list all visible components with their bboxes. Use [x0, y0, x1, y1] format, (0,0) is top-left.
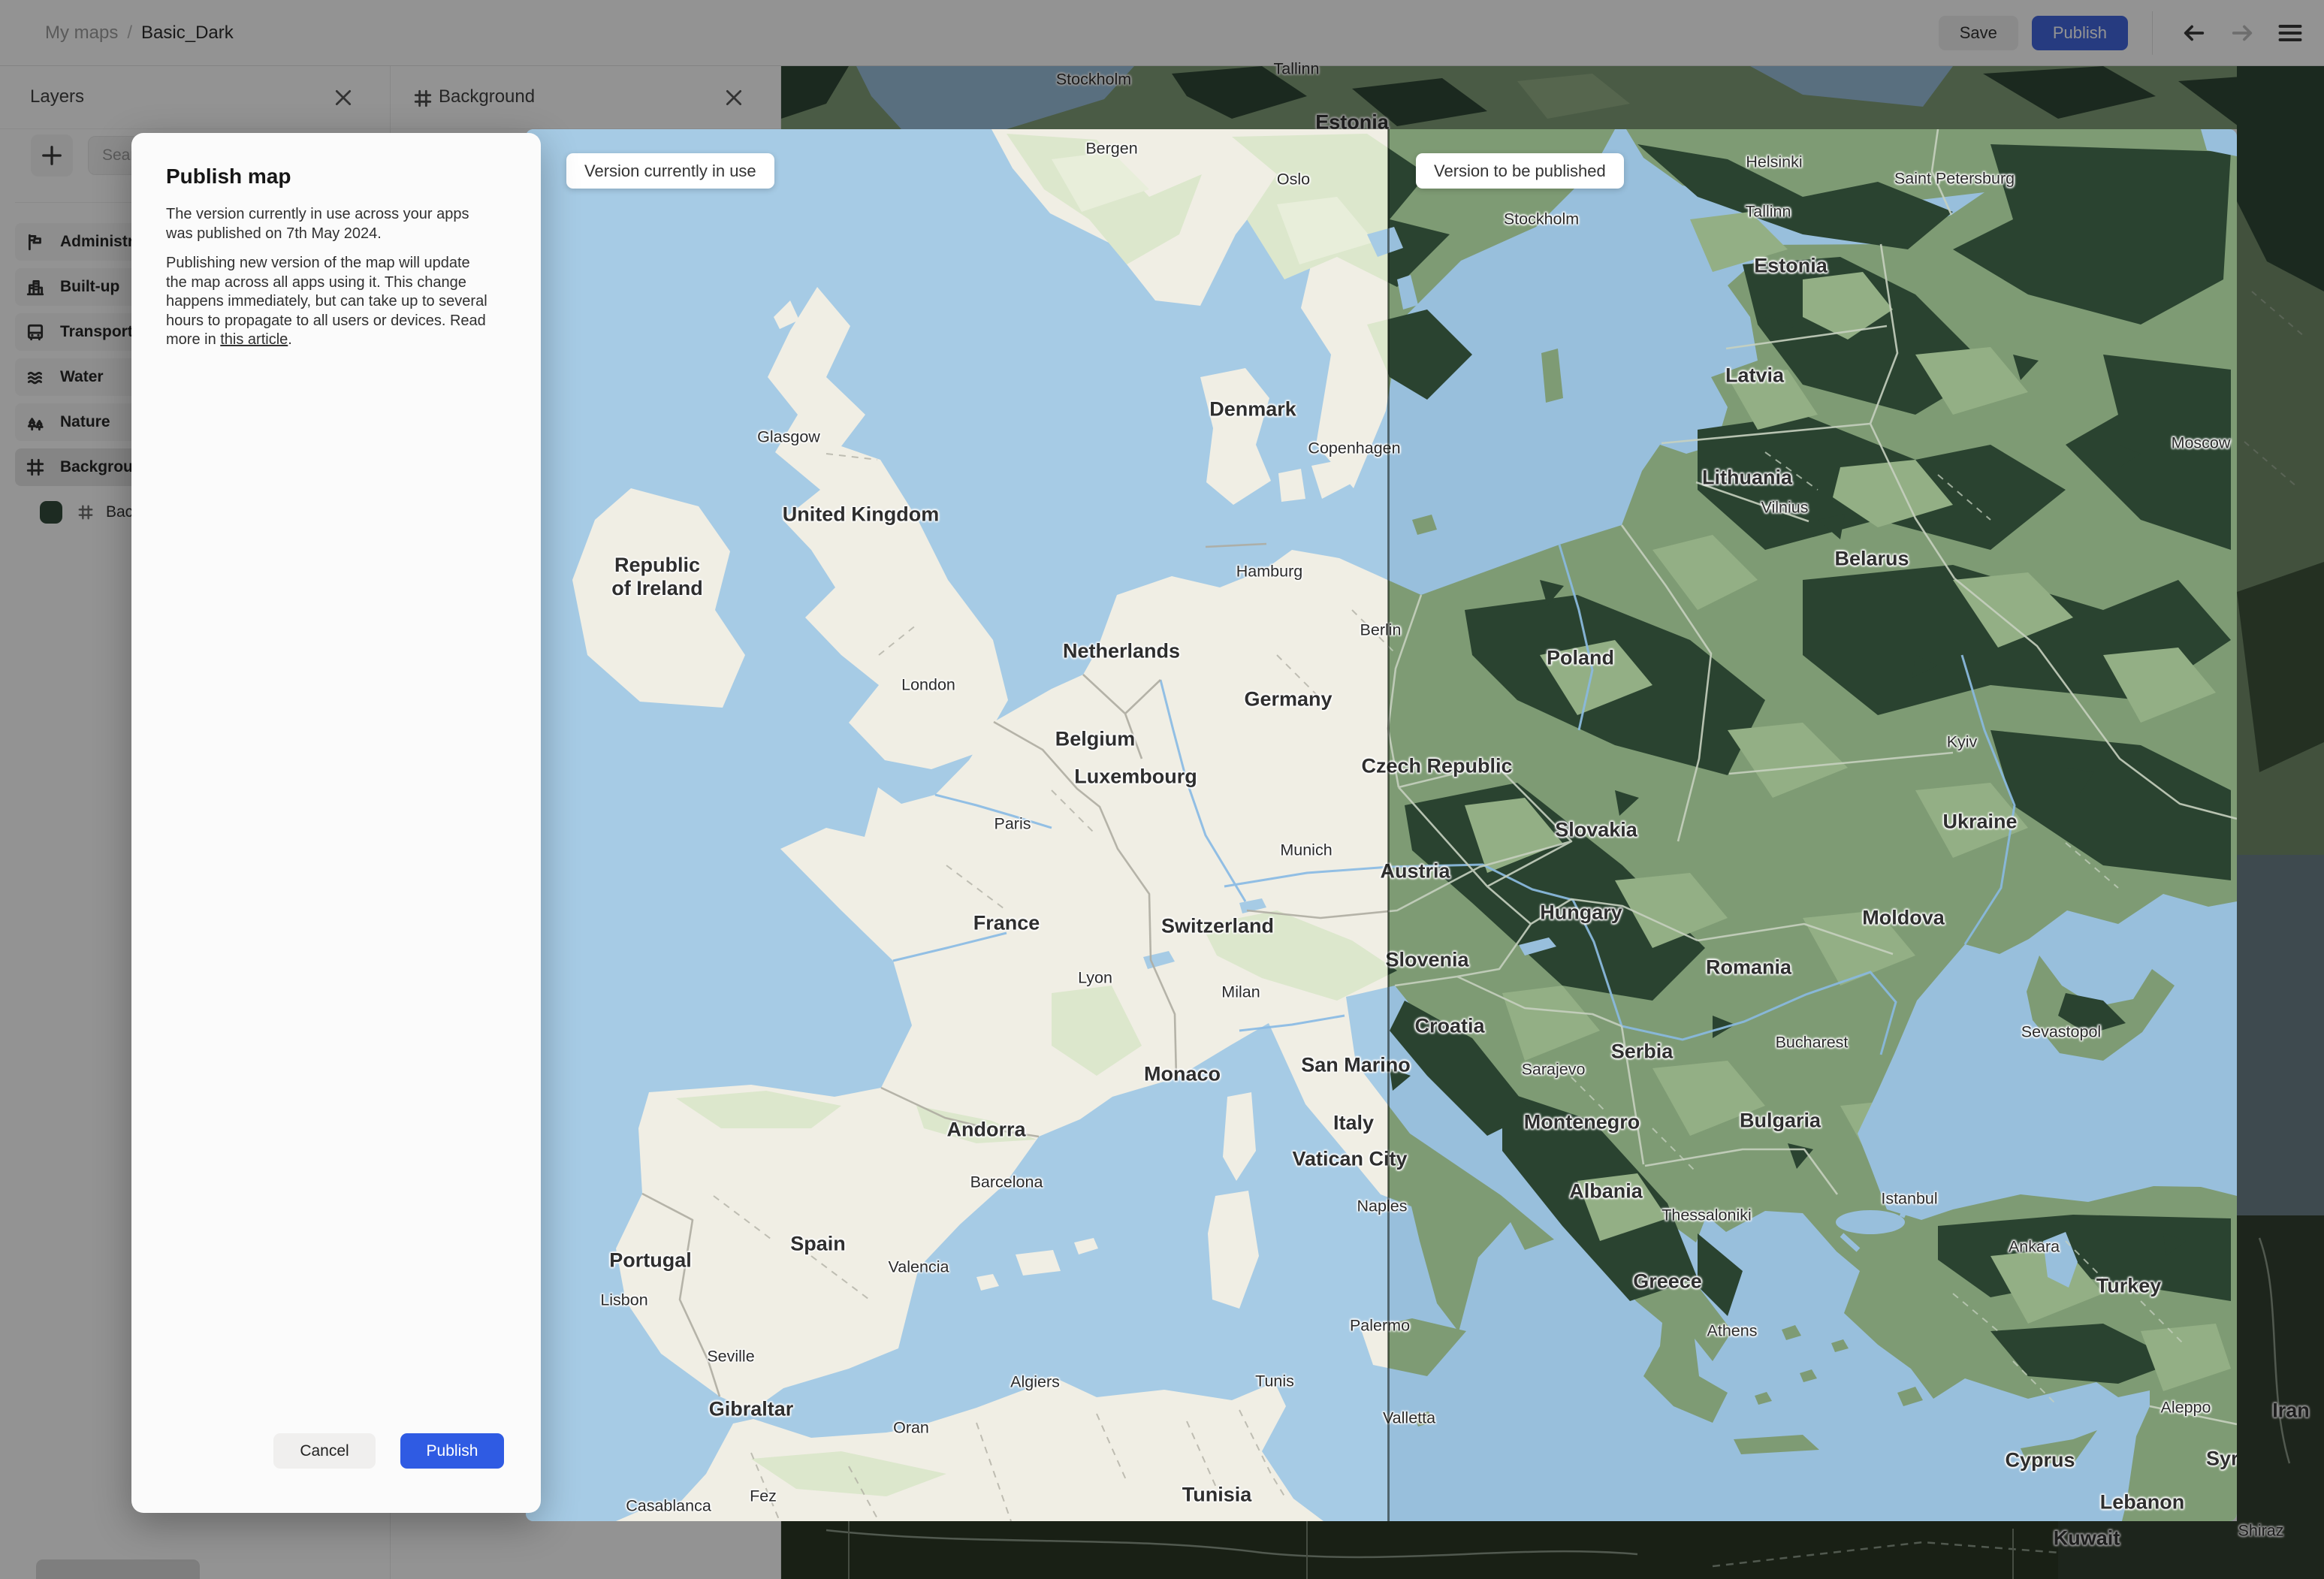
cancel-button[interactable]: Cancel [273, 1433, 376, 1469]
publish-map-modal: Publish map The version currently in use… [131, 133, 541, 1513]
app-window: My maps / Basic_Dark Save Publish Layers [0, 0, 2324, 1579]
publish-button-modal[interactable]: Publish [400, 1433, 504, 1469]
modal-title: Publish map [166, 165, 291, 188]
modal-actions: Cancel Publish [273, 1433, 504, 1469]
compare-divider[interactable] [1387, 129, 1390, 1521]
modal-paragraph-2: Publishing new version of the map will u… [166, 254, 487, 350]
europe-map[interactable] [526, 129, 2237, 1521]
modal-paragraph-1: The version currently in use across your… [166, 206, 469, 242]
modal-paragraph-2-period: . [288, 331, 292, 348]
current-version-badge: Version currently in use [566, 153, 774, 189]
this-article-link[interactable]: this article [220, 331, 288, 348]
new-version-badge: Version to be published [1416, 153, 1624, 189]
version-compare-panel: Bergen Oslo Glasgow Denmark Copenhagen United… [526, 129, 2237, 1521]
modal-body: The version currently in use across your… [166, 205, 487, 350]
modal-paragraph-2-text: Publishing new version of the map will u… [166, 255, 487, 348]
